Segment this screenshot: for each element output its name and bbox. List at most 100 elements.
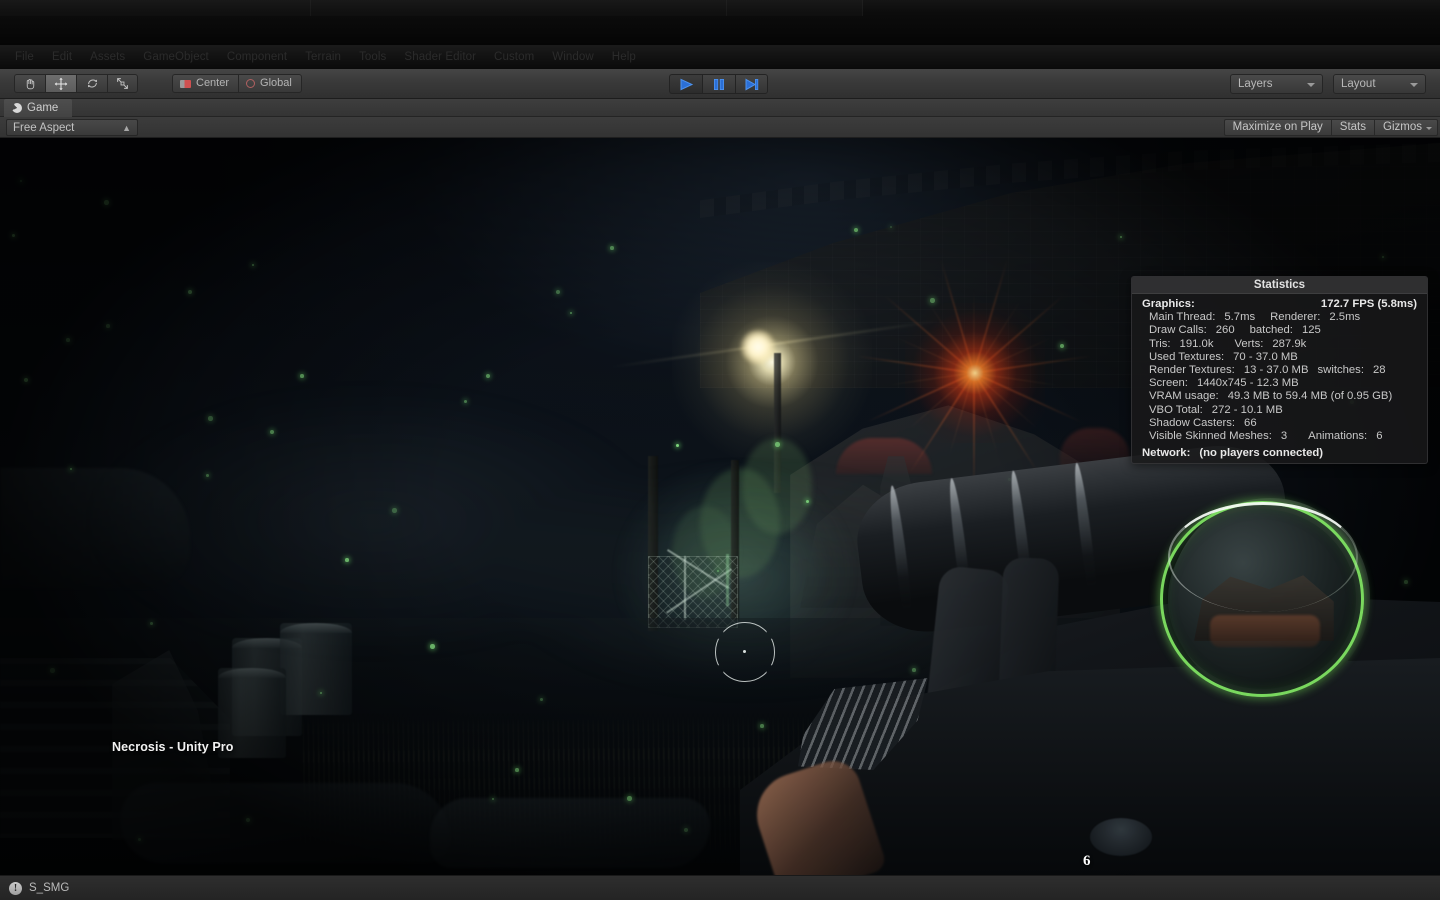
menu-item-file[interactable]: File	[6, 45, 43, 69]
stats-shadow-casters-value: 66	[1244, 416, 1257, 429]
stats-render-textures-value: 13 - 37.0 MB	[1243, 363, 1309, 376]
stats-main-thread-row: Main Thread: 5.7ms Renderer: 2.5ms	[1132, 311, 1427, 324]
chevron-down-icon	[1307, 83, 1315, 87]
menu-item-window[interactable]: Window	[543, 45, 603, 69]
strip-ghost-3	[727, 0, 862, 16]
move-tool-button[interactable]	[45, 74, 76, 93]
stats-tris-value: 191.0k	[1179, 337, 1214, 350]
stats-shadow-casters-row: Shadow Casters: 66	[1132, 417, 1427, 430]
game-viewport[interactable]: 6 24 Necrosis - Unity Pro Statistics Gra…	[0, 138, 1440, 875]
stats-animations-label: Animations:	[1308, 429, 1368, 442]
unity-pro-watermark: Necrosis - Unity Pro	[112, 740, 234, 754]
crosshair	[715, 622, 775, 682]
move-icon	[54, 77, 68, 90]
stats-renderer-label: Renderer:	[1270, 311, 1321, 324]
gizmos-label: Gizmos	[1383, 121, 1422, 133]
pause-icon	[713, 78, 724, 90]
tab-game[interactable]: Game	[4, 99, 73, 117]
hand-tool-button[interactable]	[14, 74, 45, 93]
stats-draw-calls-row: Draw Calls: 260 batched: 125	[1132, 324, 1427, 337]
stats-main-thread-label: Main Thread:	[1149, 311, 1216, 324]
stats-verts-label: Verts:	[1234, 337, 1264, 350]
step-icon	[745, 78, 759, 90]
pivot-mode-button[interactable]: Center	[172, 74, 239, 93]
panel-tab-bar: Game	[0, 99, 1440, 117]
layers-dropdown[interactable]: Layers	[1230, 74, 1323, 94]
menu-item-custom[interactable]: Custom	[485, 45, 543, 69]
stats-animations-value: 6	[1376, 429, 1383, 442]
desktop-strip	[0, 0, 1440, 45]
stats-switches-value: 28	[1372, 363, 1386, 376]
toolbar-right-group: Layers Layout	[1230, 74, 1426, 94]
playback-controls	[669, 74, 768, 94]
stats-vram-label: VRAM usage:	[1149, 390, 1219, 403]
stats-screen-value: 1440x745 - 12.3 MB	[1196, 377, 1299, 390]
scale-icon	[117, 78, 128, 89]
stats-network-value: (no players connected)	[1199, 447, 1324, 460]
stats-vram-value: 49.3 MB to 59.4 MB (of 0.95 GB)	[1227, 390, 1393, 403]
hand-icon	[26, 78, 34, 90]
chevron-down-icon	[1426, 127, 1432, 130]
stats-draw-calls-label: Draw Calls:	[1149, 324, 1207, 337]
stats-skinned-meshes-label: Visible Skinned Meshes:	[1149, 429, 1272, 442]
stats-network-row: Network: (no players connected)	[1132, 445, 1427, 460]
stats-batched-label: batched:	[1249, 324, 1293, 337]
stats-used-textures-label: Used Textures:	[1149, 350, 1225, 363]
menu-item-gameobject[interactable]: GameObject	[134, 45, 218, 69]
game-view-toolbar: Free Aspect ▲▼ Maximize on Play Stats Gi…	[0, 117, 1440, 146]
pause-button[interactable]	[702, 74, 735, 94]
stats-screen-label: Screen:	[1149, 377, 1188, 390]
gizmos-button[interactable]: Gizmos	[1374, 119, 1438, 136]
menu-item-terrain[interactable]: Terrain	[296, 45, 350, 69]
transform-tool-group	[14, 74, 138, 93]
ammo-current-counter: 6	[1083, 853, 1091, 869]
menu-item-edit[interactable]: Edit	[43, 45, 81, 69]
stats-network-label: Network:	[1142, 447, 1191, 460]
menu-item-help[interactable]: Help	[603, 45, 645, 69]
statistics-title: Statistics	[1132, 277, 1427, 294]
layout-label: Layout	[1341, 78, 1376, 90]
stats-tris-label: Tris:	[1149, 337, 1171, 350]
stats-used-textures-row: Used Textures: 70 - 37.0 MB	[1132, 351, 1427, 364]
step-button[interactable]	[735, 74, 768, 94]
game-view-toggles: Maximize on Play Stats Gizmos	[1223, 119, 1438, 136]
layers-label: Layers	[1238, 78, 1273, 90]
menu-item-assets[interactable]: Assets	[81, 45, 134, 69]
stats-verts-value: 287.9k	[1272, 337, 1307, 350]
menu-item-component[interactable]: Component	[218, 45, 296, 69]
stats-graphics-row: Graphics: 172.7 FPS (5.8ms)	[1132, 298, 1427, 311]
game-view-icon	[12, 103, 22, 113]
statistics-body: Graphics: 172.7 FPS (5.8ms) Main Thread:…	[1132, 294, 1427, 463]
stats-button[interactable]: Stats	[1330, 119, 1375, 136]
stats-graphics-label: Graphics:	[1142, 297, 1195, 310]
layout-dropdown[interactable]: Layout	[1333, 74, 1426, 94]
maximize-on-play-button[interactable]: Maximize on Play	[1223, 119, 1331, 136]
chevron-down-icon	[1410, 83, 1418, 87]
stats-skinned-meshes-row: Visible Skinned Meshes: 3 Animations: 6	[1132, 430, 1427, 443]
stats-shadow-casters-label: Shadow Casters:	[1149, 416, 1236, 429]
menu-item-tools[interactable]: Tools	[350, 45, 395, 69]
menu-item-shader-editor[interactable]: Shader Editor	[395, 45, 485, 69]
play-icon	[680, 78, 693, 90]
scale-tool-button[interactable]	[107, 74, 138, 93]
stats-render-textures-row: Render Textures: 13 - 37.0 MB switches: …	[1132, 364, 1427, 377]
stats-vbo-value: 272 - 10.1 MB	[1211, 403, 1283, 416]
handle-mode-button[interactable]: Global	[238, 74, 302, 93]
stats-tris-row: Tris: 191.0k Verts: 287.9k	[1132, 338, 1427, 351]
stats-vbo-label: VBO Total:	[1149, 403, 1203, 416]
menu-bar: File Edit Assets GameObject Component Te…	[0, 45, 1440, 69]
main-toolbar: Center Global Layers Layout	[0, 69, 1440, 99]
statistics-panel[interactable]: Statistics Graphics: 172.7 FPS (5.8ms) M…	[1131, 276, 1428, 465]
stats-vram-row: VRAM usage: 49.3 MB to 59.4 MB (of 0.95 …	[1132, 390, 1427, 403]
status-bar[interactable]: ! S_SMG	[0, 875, 1440, 900]
info-icon: !	[9, 881, 22, 895]
vignette-overlay	[0, 138, 1440, 875]
play-button[interactable]	[669, 74, 702, 94]
strip-ghost-1	[0, 0, 310, 16]
aspect-ratio-dropdown[interactable]: Free Aspect ▲▼	[6, 119, 138, 146]
stats-batched-value: 125	[1301, 324, 1321, 337]
unity-editor-window: File Edit Assets GameObject Component Te…	[0, 0, 1440, 900]
stats-vbo-row: VBO Total: 272 - 10.1 MB	[1132, 404, 1427, 417]
rotate-icon	[87, 79, 97, 88]
rotate-tool-button[interactable]	[76, 74, 107, 93]
